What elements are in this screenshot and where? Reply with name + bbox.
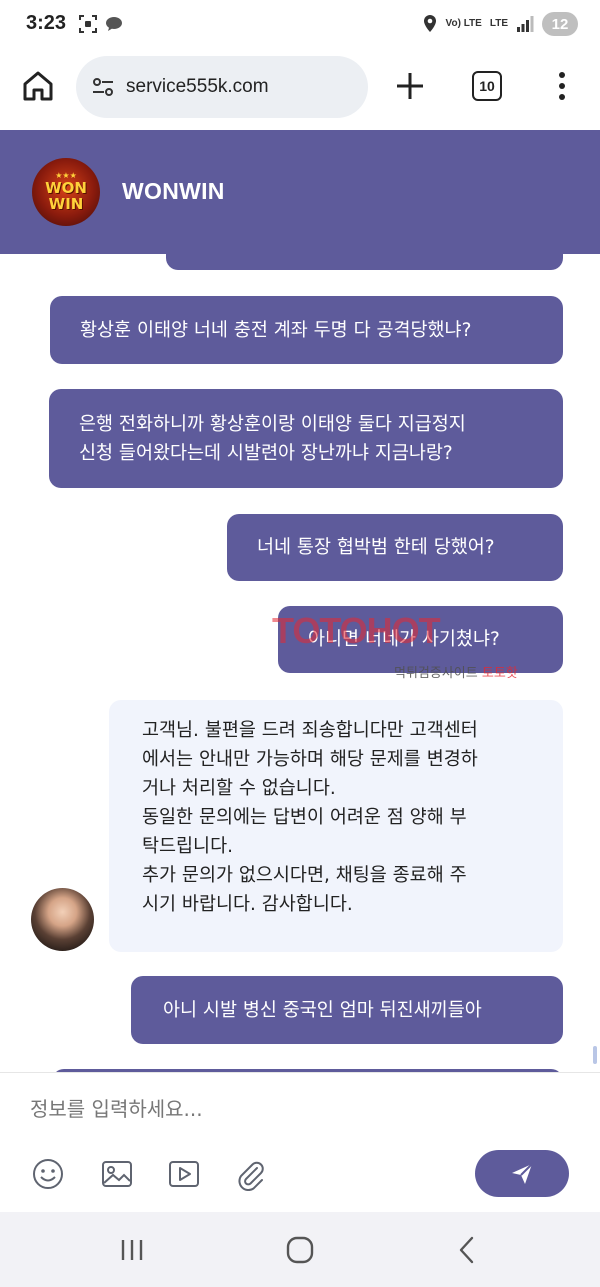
status-time: 3:23: [26, 12, 67, 34]
browser-toolbar: service555k.com 10: [0, 52, 600, 130]
message-bubble-outgoing: [166, 254, 563, 270]
site-settings-icon[interactable]: [90, 74, 116, 100]
tab-switcher-button[interactable]: 10: [472, 71, 502, 101]
send-button[interactable]: [475, 1150, 569, 1197]
message-bubble-outgoing: 은행 전화하니까 황상훈이랑 이태양 둘다 지급정지 신청 들어왔다는데 시발련…: [49, 389, 563, 488]
url-text: service555k.com: [126, 76, 269, 97]
chat-title: WONWIN: [122, 178, 225, 204]
talk-icon: [106, 17, 122, 31]
chat-scrollbar[interactable]: [593, 1046, 597, 1064]
message-input[interactable]: [30, 1089, 570, 1129]
chat-messages[interactable]: 황상훈 이태양 너네 충전 계좌 두명 다 공격당했냐? 은행 전화하니까 황상…: [0, 254, 600, 1072]
agent-avatar: [31, 888, 94, 951]
home-icon[interactable]: [20, 68, 56, 104]
wonwin-logo: ★★★ WON WIN: [32, 158, 100, 226]
location-icon: [423, 15, 436, 32]
message-bubble-outgoing: 황상훈 이태양 너네 충전 계좌 두명 다 공격당했냐?: [50, 296, 563, 364]
send-icon: [512, 1162, 533, 1184]
chat-header: ★★★ WON WIN WONWIN: [0, 130, 600, 254]
message-bubble-outgoing: 아니면 너네가 사기쳤냐?: [278, 606, 563, 673]
message-bubble-outgoing: 아니 시발 병신 중국인 엄마 뒤진새끼들아: [131, 976, 563, 1044]
message-bubble-incoming: 고객님. 불편을 드려 죄송합니다만 고객센터 에서는 안내만 가능하며 해당 …: [109, 700, 563, 952]
emoji-icon[interactable]: [31, 1157, 65, 1191]
system-nav-bar: [0, 1212, 600, 1287]
volte-label: Vo) LTE: [445, 18, 482, 29]
more-menu-icon[interactable]: [548, 68, 576, 104]
signal-icon: [517, 16, 534, 32]
video-icon[interactable]: [167, 1157, 201, 1191]
recent-apps-icon[interactable]: [114, 1232, 150, 1268]
lte-label: LTE: [489, 18, 508, 29]
battery-indicator: 12: [542, 12, 578, 36]
new-tab-icon[interactable]: [392, 68, 428, 104]
composer: [0, 1072, 600, 1212]
screenshot-icon: [79, 15, 97, 33]
image-icon[interactable]: [100, 1157, 134, 1191]
home-nav-icon[interactable]: [282, 1232, 318, 1268]
attachment-icon[interactable]: [233, 1157, 267, 1191]
message-bubble-outgoing: 너네 통장 협박범 한테 당했어?: [227, 514, 563, 581]
address-bar[interactable]: service555k.com: [76, 56, 368, 118]
status-bar: 3:23 Vo) LTE LTE 12: [0, 0, 600, 52]
back-icon[interactable]: [450, 1232, 486, 1268]
